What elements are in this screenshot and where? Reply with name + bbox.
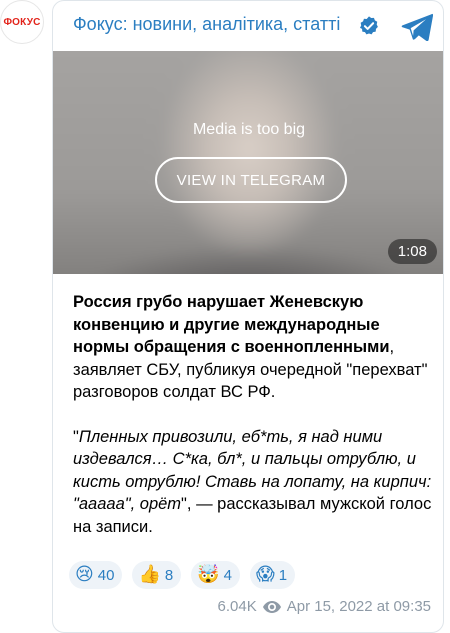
post-header: Фокус: новини, аналітика, статті	[53, 1, 443, 51]
reaction-count: 4	[223, 566, 232, 584]
post-paragraph-1: Россия грубо нарушает Женевскую конвенци…	[73, 291, 433, 404]
media-notice: Media is too big	[192, 121, 306, 138]
crying-face-icon: 😢	[75, 564, 94, 585]
post-date[interactable]: Apr 15, 2022 at 09:35	[287, 598, 431, 615]
channel-title[interactable]: Фокус: новини, аналітика, статті	[73, 14, 340, 35]
view-count: 6.04K	[217, 598, 257, 615]
verified-icon	[360, 16, 378, 35]
screaming-face-icon: 😱	[255, 564, 275, 585]
thumbs-up-icon: 👍	[138, 564, 161, 585]
reactions-bar: 😢 40 👍 8 🤯 4 😱 1	[69, 561, 296, 589]
video-preview[interactable]: Media is too big VIEW IN TELEGRAM 1:08	[53, 51, 443, 274]
telegram-icon[interactable]	[401, 13, 433, 41]
reaction-thumbs-up[interactable]: 👍 8	[132, 561, 182, 589]
channel-avatar[interactable]: ФОКУС	[0, 0, 44, 44]
post-text: Россия грубо нарушает Женевскую конвенци…	[73, 291, 433, 560]
exploding-head-icon: 🤯	[197, 564, 220, 585]
video-duration-badge: 1:08	[387, 239, 437, 264]
reaction-screaming[interactable]: 😱 1	[249, 561, 296, 589]
reaction-count: 40	[97, 566, 115, 584]
post-headline: Россия грубо нарушает Женевскую конвенци…	[73, 293, 390, 356]
reaction-exploding-head[interactable]: 🤯 4	[191, 561, 240, 589]
reaction-count: 1	[278, 566, 288, 584]
view-in-telegram-button[interactable]: VIEW IN TELEGRAM	[155, 157, 347, 203]
reaction-count: 8	[164, 566, 174, 584]
post-card: Фокус: новини, аналітика, статті Media i…	[52, 0, 444, 633]
post-meta: 6.04K Apr 15, 2022 at 09:35	[218, 598, 431, 615]
reaction-crying[interactable]: 😢 40	[69, 561, 123, 589]
avatar-label: ФОКУС	[3, 16, 41, 28]
post-paragraph-2: "Пленных привозили, еб*ть, я над ними из…	[73, 426, 433, 539]
eye-icon	[262, 600, 281, 613]
